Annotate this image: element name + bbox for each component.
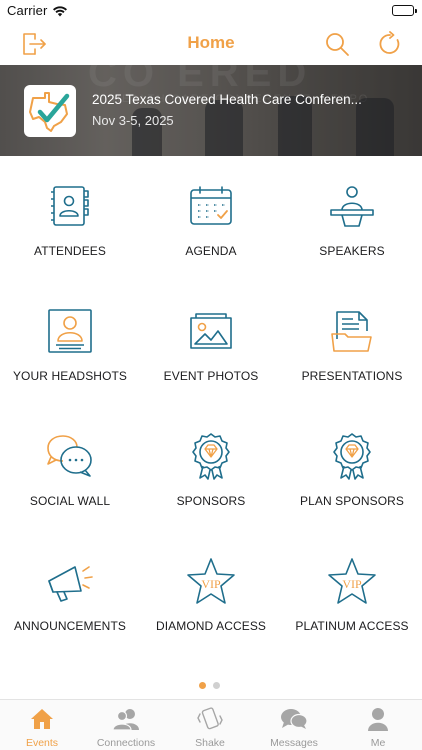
status-bar: Carrier xyxy=(0,0,422,22)
home-icon xyxy=(28,706,56,732)
chat-icon xyxy=(280,706,308,732)
tile-diamond-access[interactable]: VIP DIAMOND ACCESS xyxy=(141,531,281,656)
tab-label: Messages xyxy=(270,737,318,749)
headshot-photo-icon xyxy=(44,307,96,355)
calendar-icon xyxy=(185,182,237,230)
battery-icon xyxy=(392,5,417,16)
tab-events[interactable]: Events xyxy=(0,700,84,750)
page-indicator[interactable] xyxy=(199,682,220,689)
vip-star-icon: VIP xyxy=(326,557,378,605)
search-button[interactable] xyxy=(321,28,353,60)
photos-icon xyxy=(185,307,237,355)
person-icon xyxy=(364,706,392,732)
texas-covered-logo xyxy=(24,85,76,137)
event-title: 2025 Texas Covered Health Care Conferen.… xyxy=(92,92,362,107)
tab-me[interactable]: Me xyxy=(336,700,420,750)
tab-label: Events xyxy=(25,737,59,749)
event-banner[interactable]: CO ERED HEALTH CARE CONFERENCE + EXPO 20… xyxy=(0,65,422,156)
diamond-badge-icon xyxy=(326,432,378,480)
refresh-icon xyxy=(379,31,400,54)
carrier-label: Carrier xyxy=(7,3,48,18)
tab-bar: Events Connections Shake Messages Me xyxy=(0,699,422,750)
tile-speakers[interactable]: SPEAKERS xyxy=(282,156,422,281)
search-icon xyxy=(326,33,349,56)
feature-grid: ATTENDEES AGENDA SPEAKERS YOUR HEADSHOTS… xyxy=(0,156,422,681)
tile-label: PRESENTATIONS xyxy=(301,369,403,383)
tile-label: SOCIAL WALL xyxy=(29,494,111,508)
tile-label: PLAN SPONSORS xyxy=(300,494,404,508)
podium-speaker-icon xyxy=(326,182,378,230)
folder-document-icon xyxy=(326,307,378,355)
tile-sponsors[interactable]: SPONSORS xyxy=(141,406,281,531)
tile-your-headshots[interactable]: YOUR HEADSHOTS xyxy=(0,281,140,406)
tab-label: Me xyxy=(370,737,386,749)
tile-platinum-access[interactable]: VIP PLATINUM ACCESS xyxy=(282,531,422,656)
tile-label: YOUR HEADSHOTS xyxy=(12,369,128,383)
tab-messages[interactable]: Messages xyxy=(252,700,336,750)
tile-announcements[interactable]: ANNOUNCEMENTS xyxy=(0,531,140,656)
vip-star-icon: VIP xyxy=(185,557,237,605)
tile-attendees[interactable]: ATTENDEES xyxy=(0,156,140,281)
svg-text:VIP: VIP xyxy=(342,577,362,591)
tile-label: SPONSORS xyxy=(176,494,246,508)
refresh-button[interactable] xyxy=(374,28,406,60)
tab-shake[interactable]: Shake xyxy=(168,700,252,750)
wifi-icon xyxy=(52,4,68,22)
tile-label: PLATINUM ACCESS xyxy=(295,619,409,633)
tile-label: ANNOUNCEMENTS xyxy=(14,619,126,633)
tile-label: DIAMOND ACCESS xyxy=(155,619,267,633)
tile-label: EVENT PHOTOS xyxy=(163,369,259,383)
chat-bubbles-icon xyxy=(44,432,96,480)
tab-label: Connections xyxy=(96,737,156,749)
page-dot-active[interactable] xyxy=(199,682,206,689)
svg-text:VIP: VIP xyxy=(201,577,221,591)
tile-label: SPEAKERS xyxy=(319,244,385,258)
tab-connections[interactable]: Connections xyxy=(84,700,168,750)
address-book-icon xyxy=(44,182,96,230)
tile-plan-sponsors[interactable]: PLAN SPONSORS xyxy=(282,406,422,531)
megaphone-icon xyxy=(44,557,96,605)
tile-presentations[interactable]: PRESENTATIONS xyxy=(282,281,422,406)
event-date: Nov 3-5, 2025 xyxy=(92,113,174,128)
tile-social-wall[interactable]: SOCIAL WALL xyxy=(0,406,140,531)
page-dot[interactable] xyxy=(213,682,220,689)
tile-label: AGENDA xyxy=(185,244,237,258)
tab-label: Shake xyxy=(195,737,225,749)
page-title: Home xyxy=(187,33,235,52)
tile-event-photos[interactable]: EVENT PHOTOS xyxy=(141,281,281,406)
phone-shake-icon xyxy=(196,706,224,732)
tile-agenda[interactable]: AGENDA xyxy=(141,156,281,281)
people-icon xyxy=(112,706,140,732)
tile-label: ATTENDEES xyxy=(33,244,107,258)
nav-bar: Home xyxy=(0,22,422,65)
diamond-badge-icon xyxy=(185,432,237,480)
